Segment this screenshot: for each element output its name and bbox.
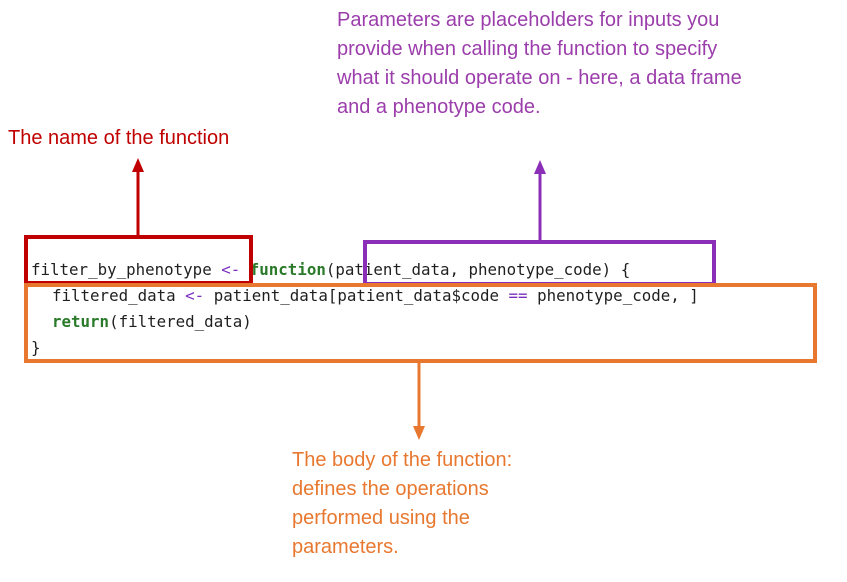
params-open-token: (: [325, 260, 336, 279]
parameters-highlight-box: [363, 240, 716, 286]
function-name-arrow: [132, 158, 144, 237]
function-name-highlight-box: [24, 235, 253, 285]
function-keyword-token: function: [249, 260, 326, 279]
function-body-highlight-box: [24, 283, 817, 363]
parameters-arrow: [534, 160, 546, 242]
body-arrow: [413, 361, 425, 440]
